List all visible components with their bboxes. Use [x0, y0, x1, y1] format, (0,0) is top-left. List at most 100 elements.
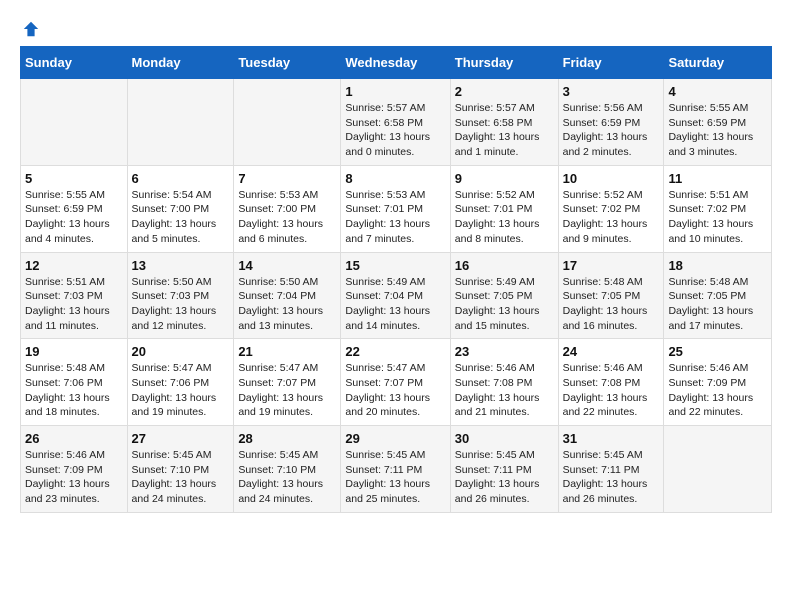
day-number: 18	[668, 258, 767, 273]
day-number: 21	[238, 344, 336, 359]
calendar-cell: 19Sunrise: 5:48 AM Sunset: 7:06 PM Dayli…	[21, 339, 128, 426]
day-header-monday: Monday	[127, 47, 234, 79]
day-number: 19	[25, 344, 123, 359]
day-number: 7	[238, 171, 336, 186]
day-number: 29	[345, 431, 445, 446]
calendar-table: SundayMondayTuesdayWednesdayThursdayFrid…	[20, 46, 772, 513]
calendar-cell: 28 Sunrise: 5:45 AM Sunset: 7:10 PM Dayli…	[234, 426, 341, 513]
calendar-cell: 2Sunrise: 5:57 AM Sunset: 6:58 PM Daylig…	[450, 79, 558, 166]
day-info: Sunrise: 5:51 AM Sunset: 7:02 PM Dayligh…	[668, 188, 767, 247]
day-number: 5	[25, 171, 123, 186]
calendar-cell: 6Sunrise: 5:54 AM Sunset: 7:00 PM Daylig…	[127, 165, 234, 252]
day-number: 11	[668, 171, 767, 186]
calendar-cell: 9 Sunrise: 5:52 AM Sunset: 7:01 PM Daylig…	[450, 165, 558, 252]
day-info: Sunrise: 5:50 AM Sunset: 7:03 PM Dayligh…	[132, 275, 230, 334]
page-header	[20, 20, 772, 38]
calendar-cell: 14 Sunrise: 5:50 AM Sunset: 7:04 PM Dayli…	[234, 252, 341, 339]
calendar-cell: 4 Sunrise: 5:55 AM Sunset: 6:59 PM Daylig…	[664, 79, 772, 166]
calendar-cell: 18 Sunrise: 5:48 AM Sunset: 7:05 PM Dayli…	[664, 252, 772, 339]
day-number: 2	[455, 84, 554, 99]
calendar-cell	[21, 79, 128, 166]
calendar-cell: 11 Sunrise: 5:51 AM Sunset: 7:02 PM Dayli…	[664, 165, 772, 252]
calendar-cell: 26 Sunrise: 5:46 AM Sunset: 7:09 PM Dayli…	[21, 426, 128, 513]
day-number: 4	[668, 84, 767, 99]
calendar-cell: 29 Sunrise: 5:45 AM Sunset: 7:11 PM Dayli…	[341, 426, 450, 513]
calendar-cell: 25 Sunrise: 5:46 AM Sunset: 7:09 PM Dayli…	[664, 339, 772, 426]
day-number: 9	[455, 171, 554, 186]
day-info: Sunrise: 5:55 AM Sunset: 6:59 PM Dayligh…	[25, 188, 123, 247]
day-number: 26	[25, 431, 123, 446]
calendar-cell: 8 Sunrise: 5:53 AM Sunset: 7:01 PM Daylig…	[341, 165, 450, 252]
day-number: 22	[345, 344, 445, 359]
day-number: 1	[345, 84, 445, 99]
day-info: Sunrise: 5:45 AM Sunset: 7:10 PM Dayligh…	[132, 448, 230, 507]
day-number: 16	[455, 258, 554, 273]
calendar-cell: 21 Sunrise: 5:47 AM Sunset: 7:07 PM Dayli…	[234, 339, 341, 426]
day-info: Sunrise: 5:52 AM Sunset: 7:01 PM Dayligh…	[455, 188, 554, 247]
day-number: 20	[132, 344, 230, 359]
day-info: Sunrise: 5:48 AM Sunset: 7:05 PM Dayligh…	[563, 275, 660, 334]
calendar-week-2: 5 Sunrise: 5:55 AM Sunset: 6:59 PM Daylig…	[21, 165, 772, 252]
day-info: Sunrise: 5:56 AM Sunset: 6:59 PM Dayligh…	[563, 101, 660, 160]
calendar-cell: 16 Sunrise: 5:49 AM Sunset: 7:05 PM Dayli…	[450, 252, 558, 339]
calendar-cell	[127, 79, 234, 166]
day-info: Sunrise: 5:45 AM Sunset: 7:11 PM Dayligh…	[345, 448, 445, 507]
calendar-cell: 27 Sunrise: 5:45 AM Sunset: 7:10 PM Dayli…	[127, 426, 234, 513]
calendar-cell	[664, 426, 772, 513]
day-info: Sunrise: 5:53 AM Sunset: 7:01 PM Dayligh…	[345, 188, 445, 247]
calendar-cell: 23 Sunrise: 5:46 AM Sunset: 7:08 PM Dayli…	[450, 339, 558, 426]
calendar-week-1: 1Sunrise: 5:57 AM Sunset: 6:58 PM Daylig…	[21, 79, 772, 166]
day-number: 25	[668, 344, 767, 359]
day-number: 13	[132, 258, 230, 273]
day-info: Sunrise: 5:46 AM Sunset: 7:08 PM Dayligh…	[563, 361, 660, 420]
day-info: Sunrise: 5:49 AM Sunset: 7:05 PM Dayligh…	[455, 275, 554, 334]
day-info: Sunrise: 5:45 AM Sunset: 7:11 PM Dayligh…	[563, 448, 660, 507]
day-number: 28	[238, 431, 336, 446]
day-info: Sunrise: 5:47 AM Sunset: 7:06 PM Dayligh…	[132, 361, 230, 420]
calendar-cell: 1Sunrise: 5:57 AM Sunset: 6:58 PM Daylig…	[341, 79, 450, 166]
day-number: 27	[132, 431, 230, 446]
day-number: 8	[345, 171, 445, 186]
day-number: 23	[455, 344, 554, 359]
day-info: Sunrise: 5:55 AM Sunset: 6:59 PM Dayligh…	[668, 101, 767, 160]
day-number: 24	[563, 344, 660, 359]
day-number: 17	[563, 258, 660, 273]
day-number: 14	[238, 258, 336, 273]
calendar-week-3: 12Sunrise: 5:51 AM Sunset: 7:03 PM Dayli…	[21, 252, 772, 339]
day-number: 3	[563, 84, 660, 99]
calendar-cell: 13 Sunrise: 5:50 AM Sunset: 7:03 PM Dayli…	[127, 252, 234, 339]
day-info: Sunrise: 5:52 AM Sunset: 7:02 PM Dayligh…	[563, 188, 660, 247]
day-info: Sunrise: 5:46 AM Sunset: 7:09 PM Dayligh…	[25, 448, 123, 507]
day-info: Sunrise: 5:45 AM Sunset: 7:11 PM Dayligh…	[455, 448, 554, 507]
day-header-thursday: Thursday	[450, 47, 558, 79]
day-header-saturday: Saturday	[664, 47, 772, 79]
calendar-cell: 22 Sunrise: 5:47 AM Sunset: 7:07 PM Dayli…	[341, 339, 450, 426]
day-info: Sunrise: 5:47 AM Sunset: 7:07 PM Dayligh…	[238, 361, 336, 420]
day-info: Sunrise: 5:47 AM Sunset: 7:07 PM Dayligh…	[345, 361, 445, 420]
calendar-cell: 15Sunrise: 5:49 AM Sunset: 7:04 PM Dayli…	[341, 252, 450, 339]
calendar-cell: 17 Sunrise: 5:48 AM Sunset: 7:05 PM Dayli…	[558, 252, 664, 339]
day-header-tuesday: Tuesday	[234, 47, 341, 79]
calendar-cell: 12Sunrise: 5:51 AM Sunset: 7:03 PM Dayli…	[21, 252, 128, 339]
logo	[20, 20, 40, 38]
day-header-wednesday: Wednesday	[341, 47, 450, 79]
day-info: Sunrise: 5:48 AM Sunset: 7:05 PM Dayligh…	[668, 275, 767, 334]
calendar-week-4: 19Sunrise: 5:48 AM Sunset: 7:06 PM Dayli…	[21, 339, 772, 426]
day-header-friday: Friday	[558, 47, 664, 79]
calendar-header: SundayMondayTuesdayWednesdayThursdayFrid…	[21, 47, 772, 79]
day-header-sunday: Sunday	[21, 47, 128, 79]
day-info: Sunrise: 5:46 AM Sunset: 7:08 PM Dayligh…	[455, 361, 554, 420]
day-info: Sunrise: 5:54 AM Sunset: 7:00 PM Dayligh…	[132, 188, 230, 247]
calendar-cell: 24 Sunrise: 5:46 AM Sunset: 7:08 PM Dayli…	[558, 339, 664, 426]
calendar-cell: 10Sunrise: 5:52 AM Sunset: 7:02 PM Dayli…	[558, 165, 664, 252]
calendar-cell: 30 Sunrise: 5:45 AM Sunset: 7:11 PM Dayli…	[450, 426, 558, 513]
calendar-body: 1Sunrise: 5:57 AM Sunset: 6:58 PM Daylig…	[21, 79, 772, 513]
day-info: Sunrise: 5:46 AM Sunset: 7:09 PM Dayligh…	[668, 361, 767, 420]
day-info: Sunrise: 5:49 AM Sunset: 7:04 PM Dayligh…	[345, 275, 445, 334]
day-info: Sunrise: 5:45 AM Sunset: 7:10 PM Dayligh…	[238, 448, 336, 507]
day-info: Sunrise: 5:51 AM Sunset: 7:03 PM Dayligh…	[25, 275, 123, 334]
logo-icon	[22, 20, 40, 38]
day-info: Sunrise: 5:50 AM Sunset: 7:04 PM Dayligh…	[238, 275, 336, 334]
calendar-cell: 31Sunrise: 5:45 AM Sunset: 7:11 PM Dayli…	[558, 426, 664, 513]
day-number: 30	[455, 431, 554, 446]
